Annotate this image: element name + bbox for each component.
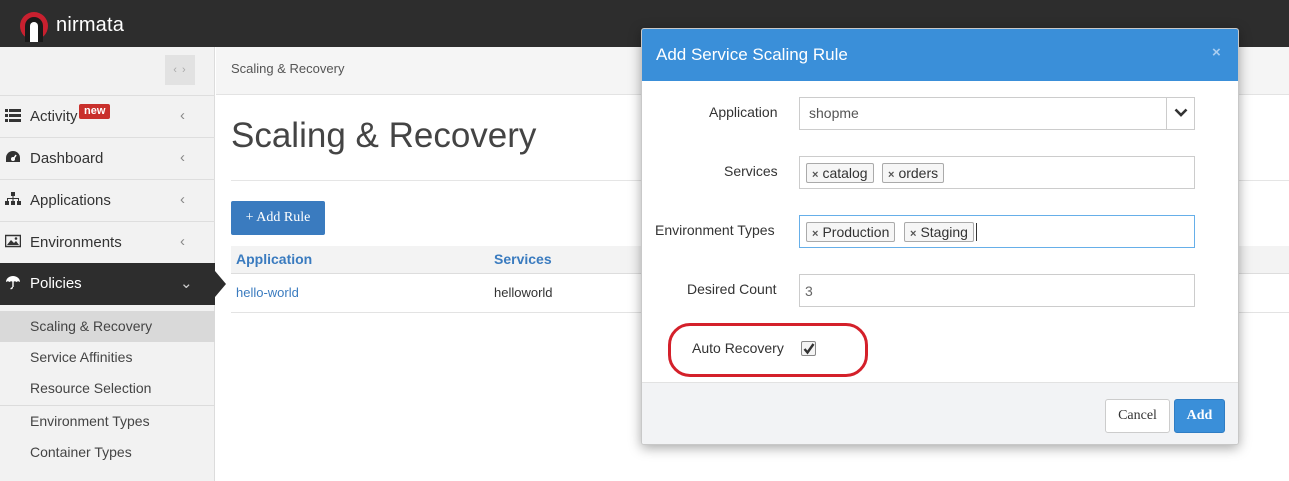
new-badge: new	[79, 104, 111, 119]
tag-label: Production	[822, 224, 890, 240]
tag-orders: × orders	[882, 163, 945, 183]
subnav-label: Service Affinities	[30, 349, 133, 365]
subnav-resource-selection[interactable]: Resource Selection	[0, 373, 215, 404]
tag-label: catalog	[822, 165, 868, 181]
auto-recovery-label: Auto Recovery	[692, 340, 784, 356]
dashboard-icon	[5, 150, 21, 166]
add-button[interactable]: Add	[1174, 399, 1225, 433]
chevron-down-icon: ⌄	[180, 275, 193, 292]
brand-name[interactable]: nirmata	[56, 14, 124, 37]
sidebar-item-label: Applications	[30, 192, 111, 209]
sidebar-collapse-button[interactable]: ‹ ›	[165, 55, 195, 85]
application-select[interactable]: shopme	[799, 97, 1195, 130]
services-label: Services	[724, 163, 778, 179]
sidebar-item-label: Environments	[30, 234, 122, 251]
chevron-left-icon: ‹	[180, 233, 185, 250]
sidebar-item-activity[interactable]: Activity new ‹	[0, 95, 215, 137]
sidebar-item-environments[interactable]: Environments ‹	[0, 221, 215, 263]
modal-footer: Cancel Add	[642, 382, 1238, 444]
chevron-left-icon: ‹	[180, 107, 185, 124]
desired-count-input[interactable]: 3	[799, 274, 1195, 307]
subnav-environment-types[interactable]: Environment Types	[0, 405, 215, 436]
sidebar-item-policies[interactable]: Policies ⌄	[0, 263, 215, 305]
subnav-label: Container Types	[30, 444, 132, 460]
table-cell-services: helloworld	[494, 285, 553, 300]
tag-catalog: × catalog	[806, 163, 874, 183]
sidebar-item-label: Policies	[30, 275, 82, 292]
modal-header: Add Service Scaling Rule ×	[642, 29, 1238, 81]
remove-tag-icon[interactable]: ×	[888, 169, 894, 181]
chevron-left-icon: ‹	[180, 149, 185, 166]
application-label: Application	[709, 104, 778, 120]
subnav-service-affinities[interactable]: Service Affinities	[0, 342, 215, 373]
tag-production: × Production	[806, 222, 896, 242]
list-icon	[5, 108, 21, 124]
table-cell-application-link[interactable]: hello-world	[236, 285, 299, 300]
auto-recovery-checkbox[interactable]	[801, 341, 816, 356]
column-header-application[interactable]: Application	[236, 251, 312, 267]
chevron-left-icon: ‹	[180, 191, 185, 208]
environment-types-label: Environment Types	[655, 222, 775, 238]
subnav-container-types[interactable]: Container Types	[0, 437, 215, 468]
cancel-button[interactable]: Cancel	[1105, 399, 1170, 433]
services-multiselect[interactable]: × catalog × orders	[799, 156, 1195, 189]
subnav-label: Environment Types	[30, 413, 150, 429]
page-title: Scaling & Recovery	[231, 116, 537, 155]
add-scaling-rule-dialog: Add Service Scaling Rule × Application s…	[641, 28, 1239, 445]
close-icon[interactable]: ×	[1212, 44, 1221, 61]
application-selected-value: shopme	[809, 105, 859, 121]
active-nav-pointer	[215, 271, 226, 297]
sidebar-item-label: Activity	[30, 108, 78, 125]
modal-title: Add Service Scaling Rule	[656, 45, 848, 64]
umbrella-icon	[5, 275, 21, 291]
column-header-services[interactable]: Services	[494, 251, 552, 267]
subnav-label: Resource Selection	[30, 380, 152, 396]
image-icon	[4, 234, 22, 250]
sidebar-item-dashboard[interactable]: Dashboard ‹	[0, 137, 215, 179]
environment-types-multiselect[interactable]: × Production × Staging	[799, 215, 1195, 248]
desired-count-label: Desired Count	[687, 281, 777, 297]
remove-tag-icon[interactable]: ×	[910, 228, 916, 240]
nirmata-logo-icon[interactable]	[20, 12, 48, 42]
tag-label: Staging	[920, 224, 968, 240]
breadcrumb[interactable]: Scaling & Recovery	[231, 61, 344, 76]
tag-label: orders	[898, 165, 939, 181]
sidebar-item-label: Dashboard	[30, 150, 104, 167]
add-rule-button[interactable]: + Add Rule	[231, 201, 325, 235]
tag-staging: × Staging	[904, 222, 974, 242]
desired-count-value: 3	[805, 283, 813, 299]
sitemap-icon	[5, 192, 21, 208]
sidebar-item-applications[interactable]: Applications ‹	[0, 179, 215, 221]
subnav-scaling-recovery[interactable]: Scaling & Recovery	[0, 311, 215, 342]
sidebar: ‹ › Activity new ‹ Dashboard ‹ Applicati…	[0, 47, 215, 481]
remove-tag-icon[interactable]: ×	[812, 169, 818, 181]
chevron-down-icon[interactable]	[1166, 98, 1194, 129]
subnav-label: Scaling & Recovery	[30, 318, 153, 334]
text-cursor	[976, 223, 977, 241]
remove-tag-icon[interactable]: ×	[812, 228, 818, 240]
